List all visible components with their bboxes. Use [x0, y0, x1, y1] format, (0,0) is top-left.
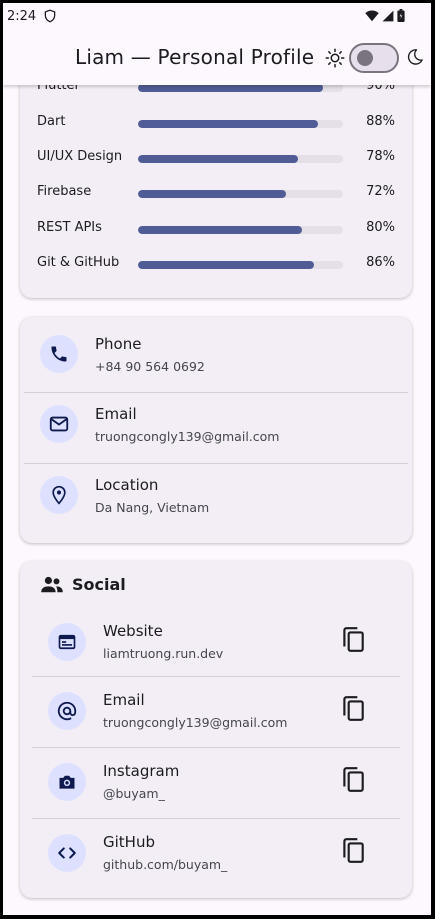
- skill-row: UI/UX Design 78%: [20, 149, 412, 169]
- skill-progress-bar: [138, 120, 343, 128]
- contact-card: Phone +84 90 564 0692 Email truongcongly…: [20, 317, 412, 543]
- skill-percent: 72%: [366, 184, 395, 199]
- sun-icon: [325, 48, 345, 68]
- theme-toggle[interactable]: [349, 43, 399, 73]
- app-bar: Liam — Personal Profile: [3, 31, 431, 85]
- skill-name: Git & GitHub: [37, 255, 120, 270]
- status-time: 2:24: [7, 9, 37, 24]
- skill-progress-fill: [138, 226, 302, 234]
- skill-name: Dart: [37, 114, 66, 129]
- skill-progress-bar: [138, 226, 343, 234]
- copy-icon[interactable]: [340, 766, 366, 794]
- copy-icon[interactable]: [340, 695, 366, 723]
- skill-percent: 88%: [366, 114, 395, 129]
- contact-row-phone[interactable]: Phone +84 90 564 0692: [20, 321, 412, 391]
- skill-progress-fill: [138, 261, 315, 269]
- web-icon: [48, 623, 86, 661]
- skill-progress-fill: [138, 120, 319, 128]
- social-label: Website: [103, 622, 163, 640]
- skill-row: REST APIs 80%: [20, 220, 412, 240]
- skill-percent: 78%: [366, 149, 395, 164]
- skill-progress-fill: [138, 155, 298, 163]
- skill-progress-fill: [138, 84, 323, 92]
- wifi-icon: [365, 9, 379, 21]
- contact-row-email[interactable]: Email truongcongly139@gmail.com: [20, 393, 412, 463]
- page-title: Liam — Personal Profile: [75, 45, 315, 69]
- social-row-website[interactable]: Website liamtruong.run.dev: [32, 606, 400, 676]
- social-value: @buyam_: [103, 786, 165, 801]
- skill-name: REST APIs: [37, 220, 102, 235]
- social-label: Email: [103, 691, 145, 709]
- status-indicators: [365, 9, 405, 22]
- skill-percent: 86%: [366, 255, 395, 270]
- skill-row: Dart 88%: [20, 114, 412, 134]
- social-label: GitHub: [103, 833, 155, 851]
- at-icon: [48, 692, 86, 730]
- profile-content[interactable]: Flutter 90% Dart 88% UI/UX Design 78% Fi…: [3, 45, 431, 915]
- phone-icon: [40, 335, 78, 373]
- contact-label: Location: [95, 476, 159, 494]
- mail-icon: [40, 405, 78, 443]
- skill-progress-fill: [138, 190, 286, 198]
- social-row-github[interactable]: GitHub github.com/buyam_: [32, 819, 400, 889]
- social-label: Instagram: [103, 762, 180, 780]
- people-icon: [41, 576, 63, 592]
- social-value: liamtruong.run.dev: [103, 646, 224, 661]
- skill-progress-bar: [138, 84, 343, 92]
- contact-row-location[interactable]: Location Da Nang, Vietnam: [20, 464, 412, 534]
- skill-progress-bar: [138, 261, 343, 269]
- social-header: Social: [40, 575, 126, 594]
- location-pin-icon: [40, 476, 78, 514]
- shield-icon: [44, 9, 56, 23]
- toggle-knob: [357, 50, 373, 66]
- skill-progress-bar: [138, 190, 343, 198]
- skill-row: Git & GitHub 86%: [20, 255, 412, 275]
- copy-icon[interactable]: [340, 626, 366, 654]
- social-row-instagram[interactable]: Instagram @buyam_: [32, 748, 400, 818]
- skill-row: Firebase 72%: [20, 184, 412, 204]
- contact-value: truongcongly139@gmail.com: [95, 429, 280, 444]
- skill-progress-bar: [138, 155, 343, 163]
- device-screen: 2:24 Liam — Personal Profile Flutter 90%…: [3, 3, 431, 915]
- social-title: Social: [72, 575, 126, 594]
- social-row-email[interactable]: Email truongcongly139@gmail.com: [32, 677, 400, 747]
- moon-icon: [407, 49, 423, 65]
- status-bar: 2:24: [3, 3, 431, 31]
- contact-label: Phone: [95, 335, 142, 353]
- cell-signal-icon: [382, 10, 394, 21]
- social-value: github.com/buyam_: [103, 857, 228, 872]
- skill-name: Firebase: [37, 184, 92, 199]
- skill-percent: 80%: [366, 220, 395, 235]
- contact-label: Email: [95, 405, 137, 423]
- skill-name: UI/UX Design: [37, 149, 123, 164]
- contact-value: Da Nang, Vietnam: [95, 500, 210, 515]
- social-card: Social Website liamtruong.run.dev Email …: [20, 561, 412, 898]
- camera-icon: [48, 763, 86, 801]
- battery-icon: [397, 9, 405, 22]
- contact-value: +84 90 564 0692: [95, 359, 205, 374]
- code-icon: [48, 834, 86, 872]
- social-value: truongcongly139@gmail.com: [103, 715, 288, 730]
- copy-icon[interactable]: [340, 837, 366, 865]
